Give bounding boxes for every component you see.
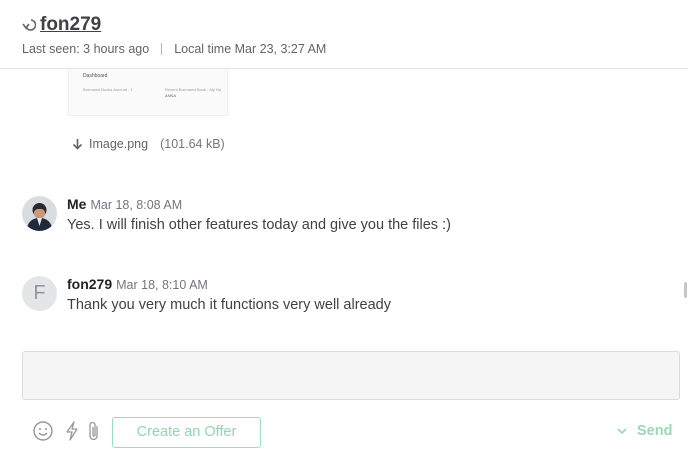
contact-username-link[interactable]: fon279 (40, 14, 101, 36)
chevron-down-icon[interactable] (617, 427, 627, 435)
back-arrow-icon[interactable] (22, 18, 36, 32)
message-body: Yes. I will finish other features today … (67, 217, 451, 233)
sender-name: Me (67, 196, 87, 212)
send-label: Send (637, 423, 673, 439)
emoji-icon[interactable] (32, 420, 54, 442)
send-button[interactable]: Send (617, 423, 672, 439)
status-divider (161, 43, 163, 55)
scrollbar-thumb[interactable] (684, 282, 687, 298)
message-thread[interactable]: Dashboard Borrowed Books Amount : 1 Rece… (0, 69, 688, 351)
download-icon (72, 139, 83, 150)
message-time: Mar 18, 8:08 AM (90, 198, 183, 212)
paperclip-icon[interactable] (83, 420, 105, 442)
preview-title: Dashboard (83, 73, 108, 79)
preview-right-label: Recent Borrowed Book : My Na (165, 87, 222, 92)
lightning-icon[interactable] (61, 420, 83, 442)
attachment-size: (101.64 kB) (160, 137, 225, 151)
image-attachment-preview[interactable]: Dashboard Borrowed Books Amount : 1 Rece… (68, 69, 228, 116)
message-sender: fon279 Mar 18, 8:10 AM (67, 276, 208, 292)
message-body: Thank you very much it functions very we… (67, 297, 391, 313)
avatar[interactable]: F (22, 276, 57, 311)
last-seen-text: Last seen: 3 hours ago (22, 42, 150, 56)
conversation-header: fon279 Last seen: 3 hours ago Local time… (0, 0, 688, 69)
message-time: Mar 18, 8:10 AM (116, 278, 208, 292)
preview-left-label: Borrowed Books Amount : 1 (83, 87, 133, 92)
contact-status: Last seen: 3 hours ago Local time Mar 23… (22, 42, 326, 56)
composer-toolbar (0, 400, 688, 450)
attachment-filename: Image.png (89, 137, 149, 151)
message-sender: Me Mar 18, 8:08 AM (67, 196, 182, 212)
message-item: Me Mar 18, 8:08 AM Yes. I will finish oth… (22, 196, 662, 236)
sender-name: fon279 (67, 276, 113, 292)
local-time-text: Local time Mar 23, 3:27 AM (174, 42, 327, 56)
message-input[interactable] (22, 351, 680, 400)
avatar[interactable] (22, 196, 57, 231)
create-offer-button[interactable]: Create an Offer (112, 417, 261, 448)
message-item: F fon279 Mar 18, 8:10 AM Thank you very m… (22, 276, 662, 316)
attachment-download-link[interactable]: Image.png (101.64 kB) (72, 137, 225, 151)
preview-right-value: ANNA (165, 93, 177, 98)
